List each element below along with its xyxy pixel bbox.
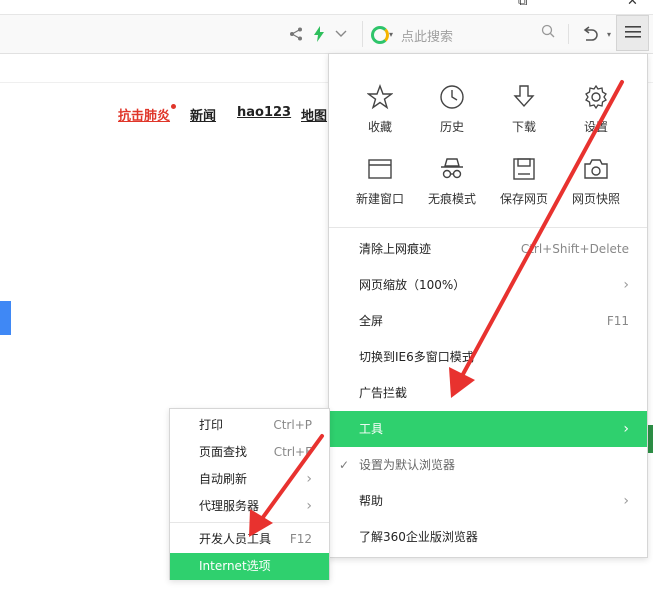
submenu-item-label: 开发人员工具 bbox=[199, 532, 272, 546]
menu-item-label: 了解360企业版浏览器 bbox=[359, 530, 478, 544]
submenu-item-print[interactable]: 打印 Ctrl+P bbox=[170, 412, 329, 439]
hamburger-menu-icon bbox=[624, 25, 641, 42]
search-engine-logo-icon[interactable] bbox=[371, 26, 389, 44]
submenu-item-label: 打印 bbox=[199, 418, 224, 432]
search-input[interactable]: 点此搜索 bbox=[401, 26, 453, 45]
nav-link-hao123[interactable]: hao123 bbox=[237, 105, 291, 120]
menu-item-tools[interactable]: 工具 › bbox=[329, 411, 647, 447]
search-icon[interactable] bbox=[541, 24, 555, 42]
menu-grid-label: 保存网页 bbox=[499, 192, 548, 206]
menu-grid-label: 下载 bbox=[511, 120, 536, 134]
submenu-item-devtools[interactable]: 开发人员工具 F12 bbox=[170, 526, 329, 553]
chevron-right-icon: › bbox=[306, 498, 312, 514]
menu-grid-snapshot[interactable]: 网页快照 bbox=[562, 154, 630, 207]
menu-grid-label: 网页快照 bbox=[571, 192, 620, 206]
menu-grid-incognito[interactable]: 无痕模式 bbox=[418, 154, 486, 207]
menu-grid-favorites[interactable]: 收藏 bbox=[346, 82, 414, 135]
submenu-item-auto-refresh[interactable]: 自动刷新 › bbox=[170, 466, 329, 493]
menu-grid-download[interactable]: 下载 bbox=[490, 82, 558, 135]
camera-icon bbox=[562, 154, 630, 184]
menu-item-label: 工具 bbox=[359, 422, 384, 436]
submenu-item-proxy[interactable]: 代理服务器 › bbox=[170, 493, 329, 520]
menu-item-label: 广告拦截 bbox=[359, 386, 408, 400]
menu-item-help[interactable]: 帮助 › bbox=[329, 483, 647, 519]
main-menu: 收藏 历史 下载 设置 新建窗口 无痕模式 保存网页 网页快照 清除上网痕迹 C… bbox=[328, 53, 648, 558]
nav-link-epidemic[interactable]: 抗击肺炎 bbox=[118, 105, 170, 124]
toolbar-divider bbox=[568, 24, 569, 44]
new-window-icon bbox=[346, 154, 414, 184]
menu-item-label: 切换到IE6多窗口模式 bbox=[359, 350, 474, 364]
undo-icon[interactable] bbox=[580, 24, 600, 44]
search-box[interactable]: ▾ 点此搜索 bbox=[362, 21, 561, 47]
menu-item-zoom[interactable]: 网页缩放（100%） › bbox=[329, 267, 647, 303]
nav-link-news[interactable]: 新闻 bbox=[190, 105, 216, 124]
checkmark-icon: ✓ bbox=[339, 458, 350, 472]
chevron-right-icon: › bbox=[623, 493, 629, 509]
chevron-right-icon: › bbox=[623, 277, 629, 293]
submenu-divider bbox=[170, 522, 329, 523]
menu-grid-label: 设置 bbox=[583, 120, 608, 134]
menu-grid-new-window[interactable]: 新建窗口 bbox=[346, 154, 414, 207]
menu-item-label: 清除上网痕迹 bbox=[359, 242, 432, 256]
menu-grid-save-page[interactable]: 保存网页 bbox=[490, 154, 558, 207]
menu-grid-history[interactable]: 历史 bbox=[418, 82, 486, 135]
menu-divider bbox=[329, 227, 647, 228]
menu-item-label: 全屏 bbox=[359, 314, 384, 328]
submenu-item-label: Internet选项 bbox=[199, 559, 271, 573]
restore-button[interactable]: ⧉ bbox=[518, 0, 527, 9]
chevron-right-icon: › bbox=[306, 471, 312, 487]
close-button[interactable]: ✕ bbox=[627, 0, 638, 9]
submenu-item-label: 自动刷新 bbox=[199, 472, 248, 486]
menu-item-label: 设置为默认浏览器 bbox=[359, 458, 456, 472]
submenu-item-shortcut: Ctrl+F bbox=[273, 445, 312, 459]
nav-link-map[interactable]: 地图 bbox=[301, 105, 327, 124]
chevron-down-icon[interactable] bbox=[331, 24, 351, 44]
menu-item-label: 网页缩放（100%） bbox=[359, 278, 466, 292]
menu-item-shortcut: F11 bbox=[606, 314, 629, 328]
menu-grid-settings[interactable]: 设置 bbox=[562, 82, 630, 135]
search-engine-caret-icon[interactable]: ▾ bbox=[389, 30, 393, 39]
menu-item-clear-history[interactable]: 清除上网痕迹 Ctrl+Shift+Delete bbox=[329, 231, 647, 267]
lightning-icon[interactable] bbox=[309, 24, 329, 44]
browser-toolbar: ▾ 点此搜索 ▾ bbox=[0, 15, 653, 54]
main-menu-button[interactable] bbox=[616, 15, 649, 51]
menu-grid-label: 收藏 bbox=[367, 120, 392, 134]
menu-item-set-default[interactable]: ✓ 设置为默认浏览器 bbox=[329, 447, 647, 483]
submenu-item-shortcut: Ctrl+P bbox=[273, 418, 312, 432]
download-icon bbox=[490, 82, 558, 112]
gear-icon bbox=[562, 82, 630, 112]
clock-icon bbox=[418, 82, 486, 112]
hot-dot-badge bbox=[171, 104, 176, 109]
star-icon bbox=[346, 82, 414, 112]
menu-item-ie6-mode[interactable]: 切换到IE6多窗口模式 bbox=[329, 339, 647, 375]
menu-item-ad-block[interactable]: 广告拦截 bbox=[329, 375, 647, 411]
menu-item-enterprise[interactable]: 了解360企业版浏览器 bbox=[329, 519, 647, 555]
submenu-item-shortcut: F12 bbox=[289, 532, 312, 546]
share-icon[interactable] bbox=[286, 24, 306, 44]
chevron-right-icon: › bbox=[623, 421, 629, 437]
save-page-icon bbox=[490, 154, 558, 184]
submenu-item-label: 页面查找 bbox=[199, 445, 248, 459]
tools-submenu: 打印 Ctrl+P 页面查找 Ctrl+F 自动刷新 › 代理服务器 › 开发人… bbox=[169, 408, 330, 580]
menu-grid-label: 新建窗口 bbox=[355, 192, 404, 206]
menu-item-shortcut: Ctrl+Shift+Delete bbox=[520, 242, 629, 256]
menu-item-fullscreen[interactable]: 全屏 F11 bbox=[329, 303, 647, 339]
submenu-item-internet-options[interactable]: Internet选项 bbox=[170, 553, 329, 580]
menu-grid-label: 无痕模式 bbox=[427, 192, 476, 206]
submenu-item-label: 代理服务器 bbox=[199, 499, 260, 513]
title-bar: ⧉ ✕ bbox=[0, 0, 653, 15]
menu-grid-label: 历史 bbox=[439, 120, 464, 134]
menu-item-label: 帮助 bbox=[359, 494, 384, 508]
submenu-item-find[interactable]: 页面查找 Ctrl+F bbox=[170, 439, 329, 466]
incognito-icon bbox=[418, 154, 486, 184]
page-search-button-edge[interactable] bbox=[0, 301, 11, 335]
